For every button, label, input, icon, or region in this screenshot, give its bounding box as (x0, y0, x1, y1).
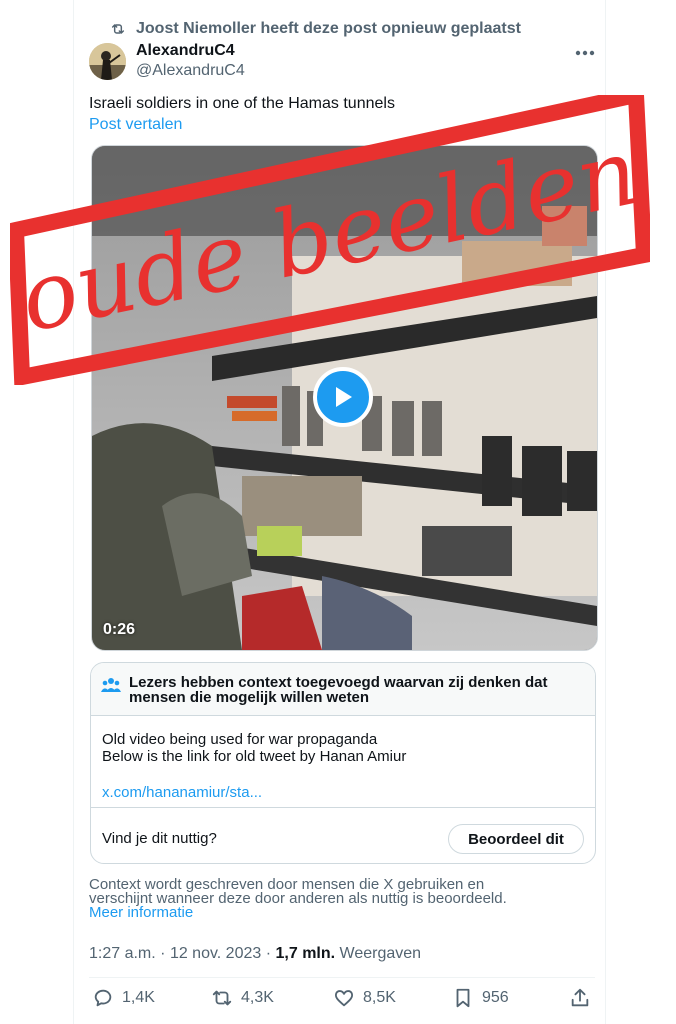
repost-indicator[interactable]: Joost Niemoller heeft deze post opnieuw … (110, 20, 521, 38)
bookmark-icon (456, 988, 470, 1008)
heart-icon (334, 990, 354, 1007)
community-note-divider (91, 807, 595, 808)
avatar[interactable] (89, 43, 126, 80)
post-date[interactable]: 12 nov. 2023 (170, 945, 261, 962)
reply-icon (94, 989, 112, 1007)
note-body-line: Below is the link for old tweet by Hanan… (102, 748, 407, 765)
views-count: 1,7 mln. (275, 945, 336, 962)
share-icon (571, 988, 589, 1007)
note-source-link[interactable]: x.com/hananamiur/sta... (102, 784, 262, 801)
share-button[interactable] (569, 986, 591, 1010)
people-icon (101, 678, 121, 692)
oude-beelden-stamp: oude beelden (10, 95, 650, 385)
community-note-title: Lezers hebben context toegevoegd waarvan… (129, 674, 548, 706)
meta-separator: · (265, 945, 272, 962)
rate-note-button[interactable]: Beoordeel dit (448, 824, 584, 854)
repost-icon (111, 24, 125, 34)
note-helpful-question: Vind je dit nuttig? (102, 830, 217, 847)
repost-count: 4,3K (241, 989, 274, 1006)
video-duration: 0:26 (103, 621, 136, 638)
author-handle[interactable]: @AlexandruC4 (136, 62, 245, 80)
post-time[interactable]: 1:27 a.m. (89, 945, 156, 962)
repost-icon (212, 990, 232, 1006)
author-name[interactable]: AlexandruC4 (136, 42, 235, 60)
reply-button[interactable]: 1,4K (92, 986, 155, 1010)
community-note-header: Lezers hebben context toegevoegd waarvan… (91, 663, 595, 716)
meta-separator: · (160, 945, 166, 962)
divider (89, 977, 595, 978)
repost-text: Joost Niemoller heeft deze post opnieuw … (136, 20, 521, 37)
bookmark-button[interactable]: 956 (452, 986, 509, 1010)
note-body-line: Old video being used for war propaganda (102, 731, 378, 748)
views-label: Weergaven (339, 945, 422, 962)
post-meta: 1:27 a.m. · 12 nov. 2023 · 1,7 mln. Weer… (89, 945, 421, 963)
more-options-icon[interactable] (572, 43, 598, 63)
repost-button[interactable]: 4,3K (211, 986, 274, 1010)
reply-count: 1,4K (122, 989, 155, 1006)
more-info-link[interactable]: Meer informatie (89, 904, 193, 921)
like-count: 8,5K (363, 989, 396, 1006)
bookmark-count: 956 (482, 989, 509, 1006)
like-button[interactable]: 8,5K (333, 986, 396, 1010)
play-icon (336, 387, 352, 407)
